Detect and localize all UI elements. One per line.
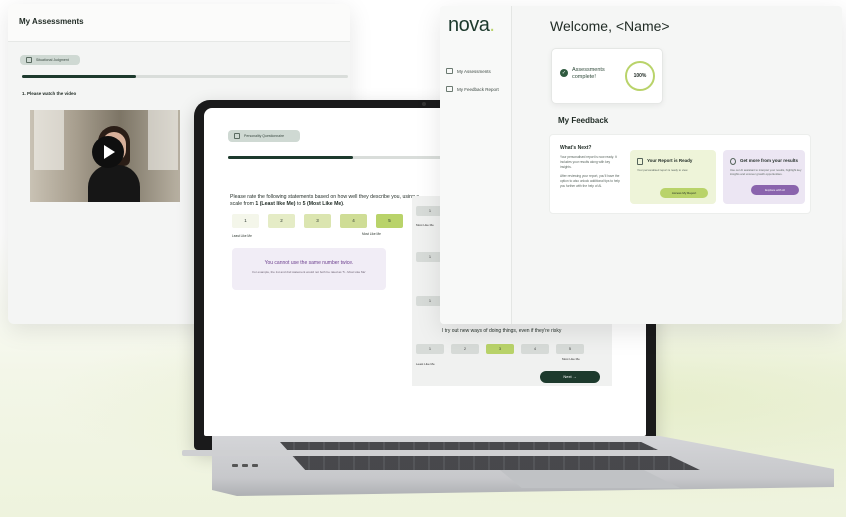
explore-ai-button[interactable]: Explore with AI — [751, 185, 799, 195]
scale-low-label: Least Like Me — [232, 234, 252, 238]
assessment-pill: Situational Judgment — [20, 55, 80, 65]
risk-option-5[interactable]: 5 — [556, 344, 584, 354]
completion-ring: 100% — [625, 61, 655, 91]
whats-next-title: What's Next? — [560, 145, 592, 151]
warning-body: For example, the 1st and 2nd statement w… — [252, 270, 366, 274]
risk-low-label: Least Like Me — [416, 362, 435, 366]
questionnaire-pill-label: Personality Questionnaire — [244, 134, 285, 138]
rating-scale: 1 2 3 4 5 — [232, 214, 403, 228]
rating-option-2[interactable]: 2 — [268, 214, 295, 228]
sidebar-item-label: My Assessments — [457, 68, 491, 74]
clipboard-icon — [26, 57, 32, 63]
question-label: 1. Please watch the video — [22, 91, 77, 96]
risk-high-label: Most Like Me — [562, 357, 580, 361]
warning-title: You cannot use the same number twice. — [264, 260, 354, 266]
instruction-part: to — [295, 201, 303, 208]
sidebar-item-label: My Feedback Report — [457, 86, 499, 92]
risk-option-2[interactable]: 2 — [451, 344, 479, 354]
risk-option-4[interactable]: 4 — [521, 344, 549, 354]
sidebar: nova. My Assessments My Feedback Report — [440, 6, 512, 324]
progress-fill — [22, 75, 137, 78]
background-window — [34, 110, 64, 170]
sparkle-icon — [730, 158, 736, 165]
laptop-ports — [232, 464, 258, 467]
sidebar-item-my-assessments[interactable]: My Assessments — [446, 68, 491, 74]
whats-next-paragraph: Your personalised report is now ready. I… — [560, 155, 617, 169]
ai-card: Get more from your results Use our AI as… — [723, 150, 805, 204]
laptop-keyboard — [280, 442, 700, 470]
next-button[interactable]: Next → — [540, 371, 600, 383]
report-ready-card: Your Report is Ready Your personalised r… — [630, 150, 716, 204]
ghost-label: Most Like Me — [416, 223, 434, 227]
play-button[interactable] — [92, 136, 124, 168]
logo-text: nova — [448, 14, 490, 36]
rating-option-5[interactable]: 5 — [376, 214, 403, 228]
person-body — [88, 165, 140, 202]
risk-option-1[interactable]: 1 — [416, 344, 444, 354]
progress-bar — [22, 75, 348, 78]
completion-card: ✓ Assessments complete! 100% — [551, 48, 663, 104]
progress-fill — [228, 156, 353, 159]
play-icon — [104, 145, 115, 159]
completion-text: Assessments complete! — [572, 67, 605, 81]
instruction-low-anchor: 1 (Least like Me) — [255, 201, 296, 208]
feedback-panel: What's Next? Your personalised report is… — [549, 134, 811, 214]
welcome-heading: Welcome, <Name> — [550, 18, 670, 34]
background-window — [148, 110, 178, 170]
whats-next-body: Your personalised report is now ready. I… — [560, 155, 622, 194]
instruction-text: Please rate the following statements bas… — [230, 194, 420, 209]
questionnaire-pill: Personality Questionnaire — [228, 130, 300, 142]
feedback-title: My Feedback — [558, 116, 609, 125]
risk-option-3[interactable]: 3 — [486, 344, 514, 354]
rating-option-4[interactable]: 4 — [340, 214, 367, 228]
document-icon — [446, 86, 453, 92]
video-player[interactable] — [30, 110, 180, 202]
clipboard-icon — [234, 133, 240, 139]
rating-option-1[interactable]: 1 — [232, 214, 259, 228]
page-title: My Assessments — [19, 17, 84, 26]
scale-high-label: Most Like Me — [362, 232, 381, 236]
laptop-hinge — [182, 450, 672, 456]
ai-card-title: Get more from your results — [740, 158, 799, 163]
user-icon — [446, 68, 453, 74]
ai-card-subtitle: Use our AI assistant to interpret your r… — [730, 168, 802, 177]
risk-question: I try out new ways of doing things, even… — [442, 328, 562, 334]
check-icon: ✓ — [560, 69, 568, 77]
nova-logo[interactable]: nova. — [448, 14, 495, 37]
camera-icon — [422, 102, 426, 106]
report-ready-title: Your Report is Ready — [647, 158, 693, 163]
sidebar-item-feedback-report[interactable]: My Feedback Report — [446, 86, 499, 92]
assessment-pill-label: Situational Judgment — [36, 58, 69, 62]
whats-next-paragraph: After reviewing your report, you'll have… — [560, 174, 620, 188]
dashboard-card: nova. My Assessments My Feedback Report … — [440, 6, 842, 324]
warning-box: You cannot use the same number twice. Fo… — [232, 248, 386, 290]
instruction-part: . — [343, 201, 345, 208]
instruction-high-anchor: 5 (Most Like Me) — [302, 201, 344, 208]
rating-option-3[interactable]: 3 — [304, 214, 331, 228]
logo-dot: . — [489, 14, 495, 36]
document-icon — [637, 158, 643, 165]
report-ready-subtitle: Your personalised report is ready to vie… — [637, 168, 689, 172]
access-report-button[interactable]: Access My Report — [660, 188, 708, 198]
completion-percent: 100% — [633, 73, 647, 79]
risk-rating-scale: 1 2 3 4 5 — [416, 344, 584, 354]
